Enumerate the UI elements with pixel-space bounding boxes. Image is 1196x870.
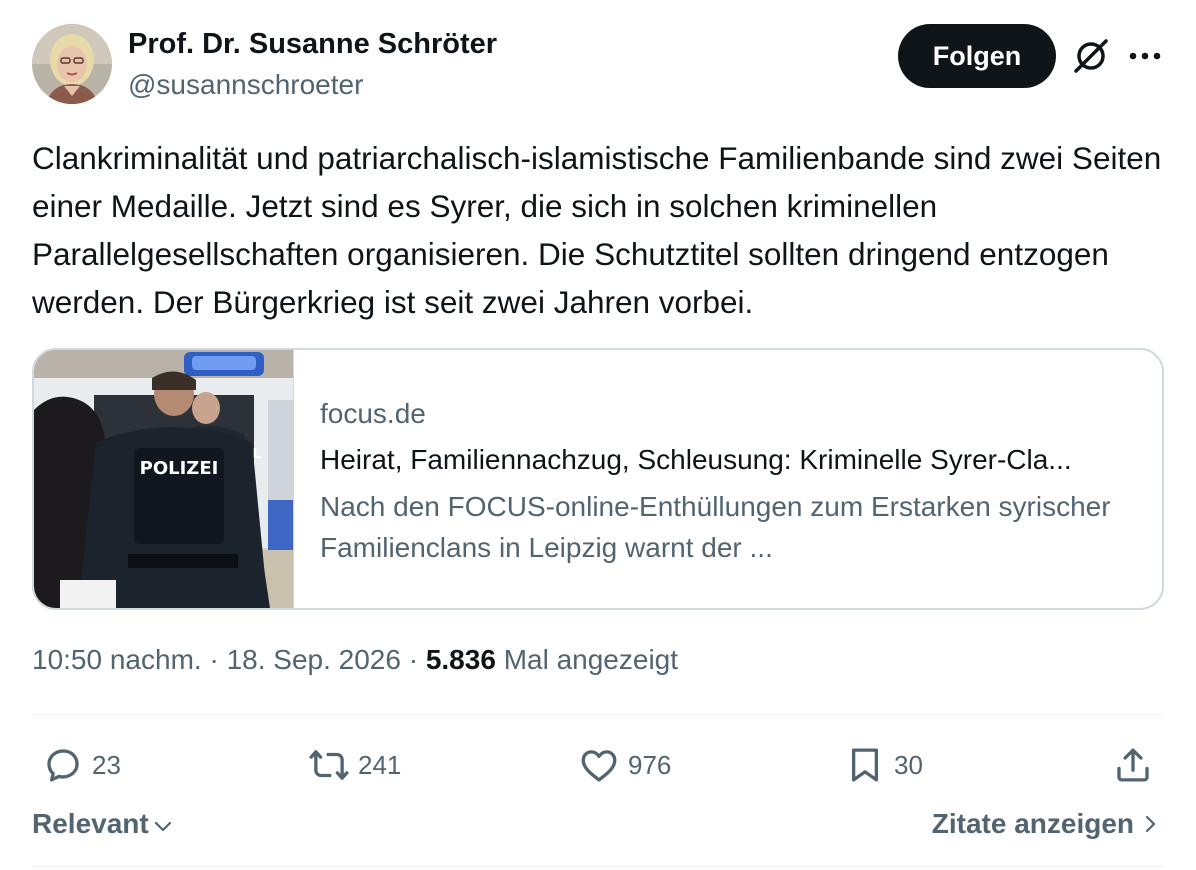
- views-label: Mal angezeigt: [503, 644, 679, 675]
- share-button[interactable]: [1112, 742, 1154, 788]
- views-count: 5.836: [425, 644, 496, 675]
- link-preview-card[interactable]: POL POLIZEI focus.de Heirat, Familiennac…: [32, 348, 1164, 610]
- follow-button[interactable]: Folgen: [898, 24, 1056, 88]
- heart-icon: [581, 750, 617, 782]
- repost-icon: [309, 750, 349, 780]
- repost-count: 241: [358, 749, 402, 780]
- sort-label: Relevant: [32, 808, 149, 839]
- card-description: Nach den FOCUS-online-Enthüllungen zum E…: [320, 491, 1111, 563]
- repost-button[interactable]: 241: [308, 742, 401, 788]
- like-count: 976: [628, 749, 672, 780]
- card-domain: focus.de: [320, 398, 426, 429]
- tweet-time[interactable]: 10:50 nachm.: [32, 644, 202, 675]
- like-button[interactable]: 976: [578, 742, 671, 788]
- divider: [32, 866, 1164, 867]
- reply-icon: [47, 749, 79, 782]
- card-image: POL POLIZEI: [34, 350, 294, 608]
- author-avatar[interactable]: [32, 24, 112, 104]
- tweet-text: Clankriminalität und patriarchalisch-isl…: [32, 140, 1162, 320]
- more-icon[interactable]: [1126, 40, 1164, 72]
- bookmark-icon: [851, 748, 879, 782]
- divider: [32, 714, 1164, 715]
- share-icon: [1117, 748, 1149, 782]
- author-handle[interactable]: @susannschroeter: [128, 69, 363, 101]
- grok-icon[interactable]: [1070, 35, 1112, 77]
- bookmark-button[interactable]: 30: [844, 742, 923, 788]
- chevron-right-icon: [1145, 815, 1156, 833]
- tweet-date[interactable]: 18. Sep. 2026: [227, 644, 401, 675]
- meta-separator: ·: [408, 644, 419, 675]
- reply-count: 23: [92, 749, 121, 780]
- sort-dropdown[interactable]: Relevant: [32, 808, 175, 840]
- bookmark-count: 30: [894, 749, 923, 780]
- polizei-label: POLIZEI: [140, 458, 219, 479]
- card-title: Heirat, Familiennachzug, Schleusung: Kri…: [320, 444, 1072, 475]
- meta-separator: ·: [209, 644, 219, 675]
- chevron-down-icon: [154, 821, 171, 832]
- show-quotes-link[interactable]: Zitate anzeigen: [932, 808, 1162, 840]
- reply-button[interactable]: 23: [42, 742, 121, 788]
- tweet-meta: 10:50 nachm. · 18. Sep. 2026 · 5.836 Mal…: [32, 644, 678, 676]
- author-name[interactable]: Prof. Dr. Susanne Schröter: [128, 28, 497, 61]
- quotes-label: Zitate anzeigen: [931, 808, 1134, 839]
- tweet-header: Prof. Dr. Susanne Schröter @susannschroe…: [32, 22, 1164, 106]
- avatar-image: [32, 24, 112, 104]
